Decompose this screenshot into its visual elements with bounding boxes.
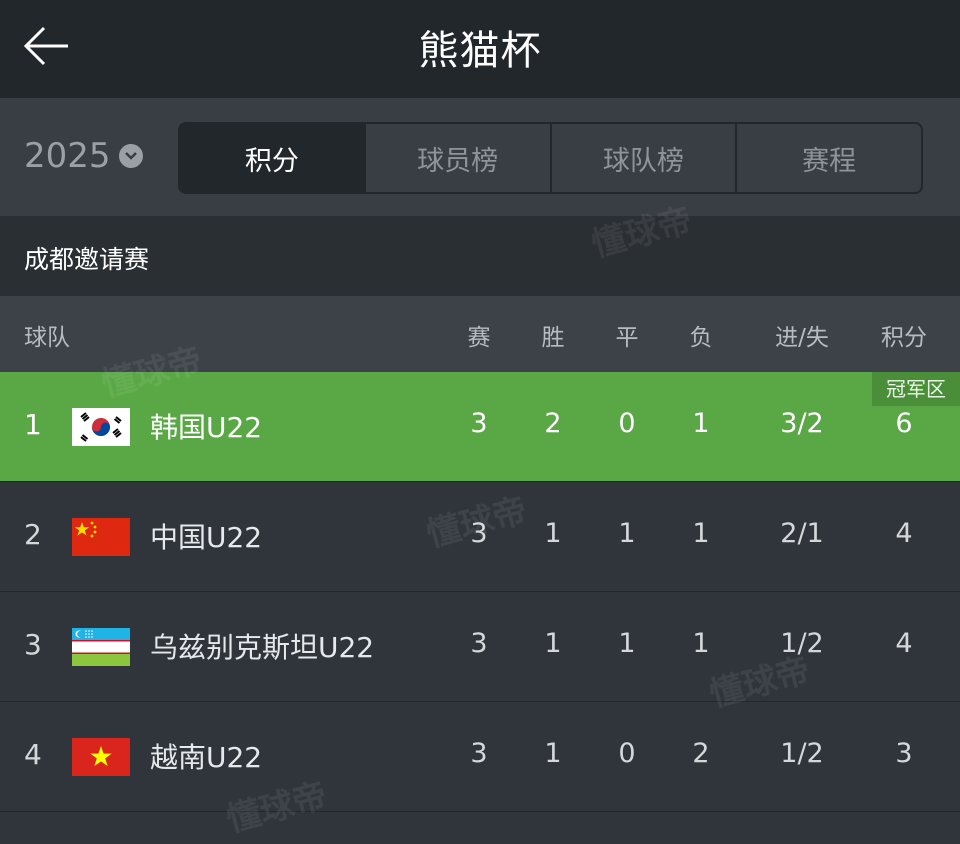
points-value: 4 bbox=[895, 628, 913, 659]
team-name: 乌兹别克斯坦U22 bbox=[150, 631, 375, 664]
year-dropdown[interactable]: 2025 bbox=[24, 136, 143, 176]
won-value: 1 bbox=[544, 628, 562, 659]
team-name: 韩国U22 bbox=[150, 411, 263, 444]
table-row[interactable]: 2 中国U22 3 1 1 1 2/1 4 bbox=[0, 482, 960, 592]
goals-value: 1/2 bbox=[780, 628, 824, 659]
tab-team-rankings[interactable]: 球队榜 bbox=[549, 124, 736, 192]
drawn-value: 1 bbox=[618, 518, 636, 549]
column-header-played: 赛 bbox=[467, 325, 491, 351]
rank: 1 bbox=[24, 408, 42, 441]
played-value: 3 bbox=[470, 738, 488, 769]
points-value: 6 bbox=[895, 408, 913, 439]
points-value: 4 bbox=[895, 518, 913, 549]
team-name: 越南U22 bbox=[150, 741, 263, 774]
won-value: 2 bbox=[544, 408, 562, 439]
team-name: 中国U22 bbox=[150, 521, 263, 554]
table-row[interactable]: 3 乌兹别克斯坦U22 3 1 1 1 1/2 4 bbox=[0, 592, 960, 702]
points-value: 3 bbox=[895, 738, 913, 769]
drawn-value: 0 bbox=[618, 408, 636, 439]
tab-group: 积分 球员榜 球队榜 赛程 bbox=[178, 122, 923, 194]
table-header: 球队 赛 胜 平 负 进/失 积分 bbox=[0, 296, 960, 372]
column-header-team: 球队 bbox=[24, 325, 70, 351]
played-value: 3 bbox=[470, 518, 488, 549]
played-value: 3 bbox=[470, 408, 488, 439]
played-value: 3 bbox=[470, 628, 488, 659]
won-value: 1 bbox=[544, 738, 562, 769]
table-row[interactable]: 冠军区 1 韩国U22 3 2 0 1 3/2 6 bbox=[0, 372, 960, 482]
year-value: 2025 bbox=[24, 136, 111, 176]
group-header: 成都邀请赛 bbox=[0, 216, 960, 296]
group-title: 成都邀请赛 bbox=[24, 245, 150, 274]
drawn-value: 0 bbox=[618, 738, 636, 769]
column-header-points: 积分 bbox=[881, 325, 927, 351]
goals-value: 3/2 bbox=[780, 408, 824, 439]
goals-value: 1/2 bbox=[780, 738, 824, 769]
lost-value: 1 bbox=[692, 408, 710, 439]
china-flag-icon bbox=[72, 518, 130, 556]
vietnam-flag-icon bbox=[72, 738, 130, 776]
tab-player-rankings[interactable]: 球员榜 bbox=[363, 124, 550, 192]
lost-value: 2 bbox=[692, 738, 710, 769]
tab-schedule[interactable]: 赛程 bbox=[735, 124, 921, 192]
selector-bar: 2025 积分 球员榜 球队榜 赛程 bbox=[0, 98, 960, 216]
column-header-won: 胜 bbox=[541, 325, 565, 351]
south-korea-flag-icon bbox=[72, 408, 130, 446]
uzbekistan-flag-icon bbox=[72, 628, 130, 666]
lost-value: 1 bbox=[692, 628, 710, 659]
goals-value: 2/1 bbox=[780, 518, 824, 549]
rank: 3 bbox=[24, 628, 42, 661]
list-bottom-spacer bbox=[0, 812, 960, 844]
rank: 4 bbox=[24, 738, 42, 771]
rank: 2 bbox=[24, 518, 42, 551]
drawn-value: 1 bbox=[618, 628, 636, 659]
chevron-down-circle-icon bbox=[118, 144, 143, 168]
champion-zone-badge: 冠军区 bbox=[872, 372, 960, 406]
won-value: 1 bbox=[544, 518, 562, 549]
page-title: 熊猫杯 bbox=[418, 28, 542, 74]
top-navigation-bar: 熊猫杯 bbox=[0, 0, 960, 98]
column-header-lost: 负 bbox=[689, 325, 713, 351]
column-header-goals: 进/失 bbox=[775, 325, 829, 351]
lost-value: 1 bbox=[692, 518, 710, 549]
table-row[interactable]: 4 越南U22 3 1 0 2 1/2 3 bbox=[0, 702, 960, 812]
column-header-drawn: 平 bbox=[615, 325, 639, 351]
tab-standings[interactable]: 积分 bbox=[180, 124, 364, 192]
